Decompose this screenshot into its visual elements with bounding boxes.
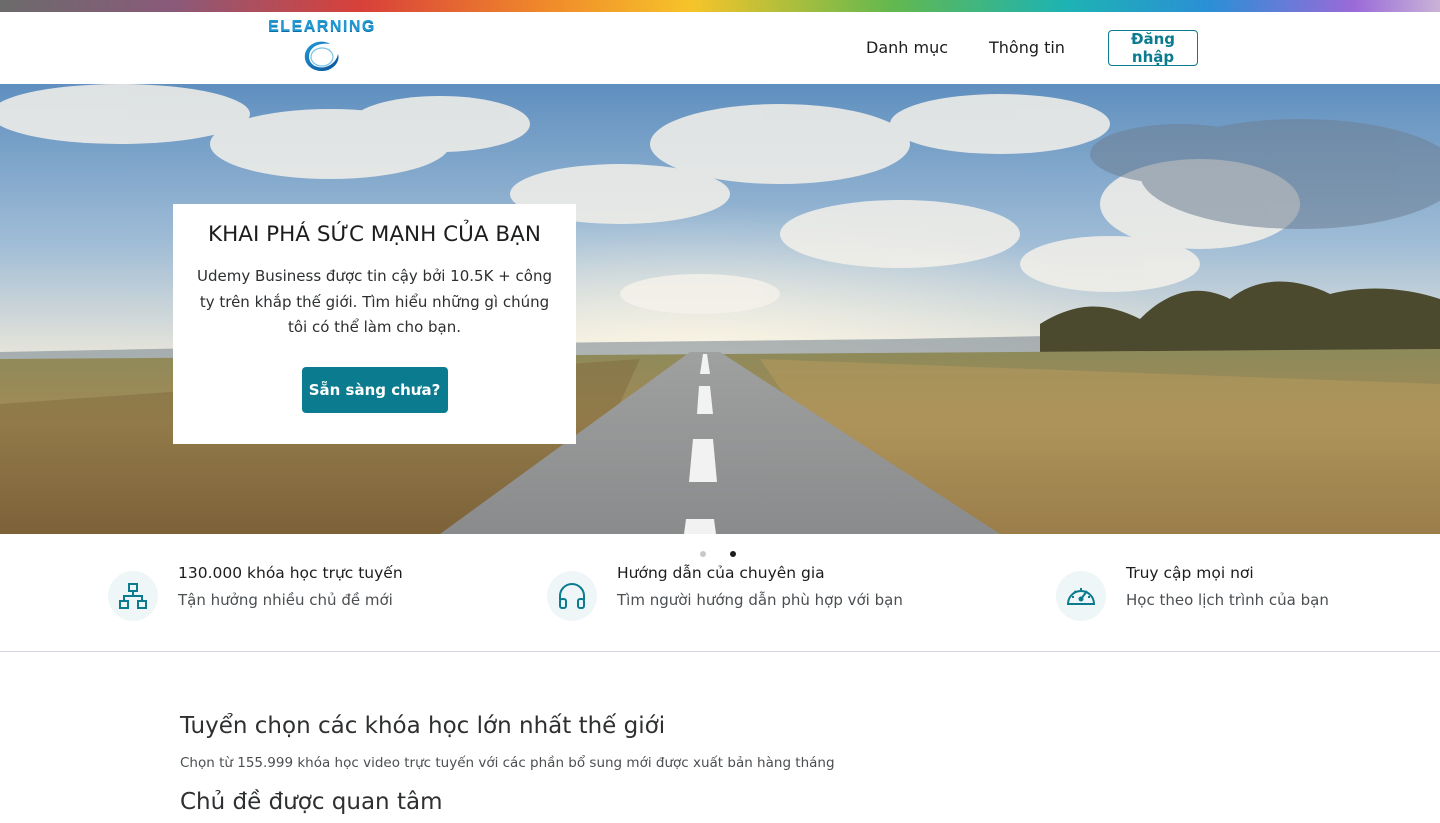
- feature-title: Truy cập mọi nơi: [1126, 564, 1254, 582]
- top-gradient-bar: [0, 0, 1440, 12]
- sitemap-icon: [108, 571, 158, 621]
- courses-section-subtitle: Chọn từ 155.999 khóa học video trực tuyế…: [180, 755, 835, 771]
- logo-text: ELEARNING: [268, 18, 376, 35]
- speedometer-icon: [1056, 571, 1106, 621]
- carousel-dot-2[interactable]: [730, 551, 736, 557]
- nav-categories[interactable]: Danh mục: [866, 38, 948, 57]
- get-started-button[interactable]: Sẵn sàng chưa?: [301, 366, 448, 413]
- hero-description: Udemy Business được tin cậy bởi 10.5K + …: [197, 267, 552, 336]
- hero-promo-card: KHAI PHÁ SỨC MẠNH CỦA BẠN Udemy Business…: [173, 204, 576, 444]
- site-logo[interactable]: ELEARNING: [262, 18, 382, 76]
- hero-carousel: KHAI PHÁ SỨC MẠNH CỦA BẠN Udemy Business…: [0, 84, 1440, 534]
- feature-title: Hướng dẫn của chuyên gia: [617, 564, 825, 582]
- site-header: ELEARNING Danh mục Thông tin Đăng nhập: [0, 12, 1440, 84]
- courses-section-title: Tuyển chọn các khóa học lớn nhất thế giớ…: [180, 713, 666, 739]
- feature-subtitle: Tìm người hướng dẫn phù hợp với bạn: [617, 591, 903, 609]
- topics-section-title: Chủ đề được quan tâm: [180, 789, 443, 815]
- headphones-icon: [547, 571, 597, 621]
- login-button[interactable]: Đăng nhập: [1108, 30, 1198, 66]
- feature-title: 130.000 khóa học trực tuyến: [178, 564, 403, 582]
- hero-title: KHAI PHÁ SỨC MẠNH CỦA BẠN: [208, 222, 541, 247]
- nav-info[interactable]: Thông tin: [989, 38, 1065, 57]
- logo-swirl-icon: [304, 41, 339, 72]
- feature-subtitle: Tận hưởng nhiều chủ đề mới: [178, 591, 393, 609]
- carousel-indicators: [700, 551, 736, 557]
- carousel-dot-1[interactable]: [700, 551, 706, 557]
- feature-subtitle: Học theo lịch trình của bạn: [1126, 591, 1329, 609]
